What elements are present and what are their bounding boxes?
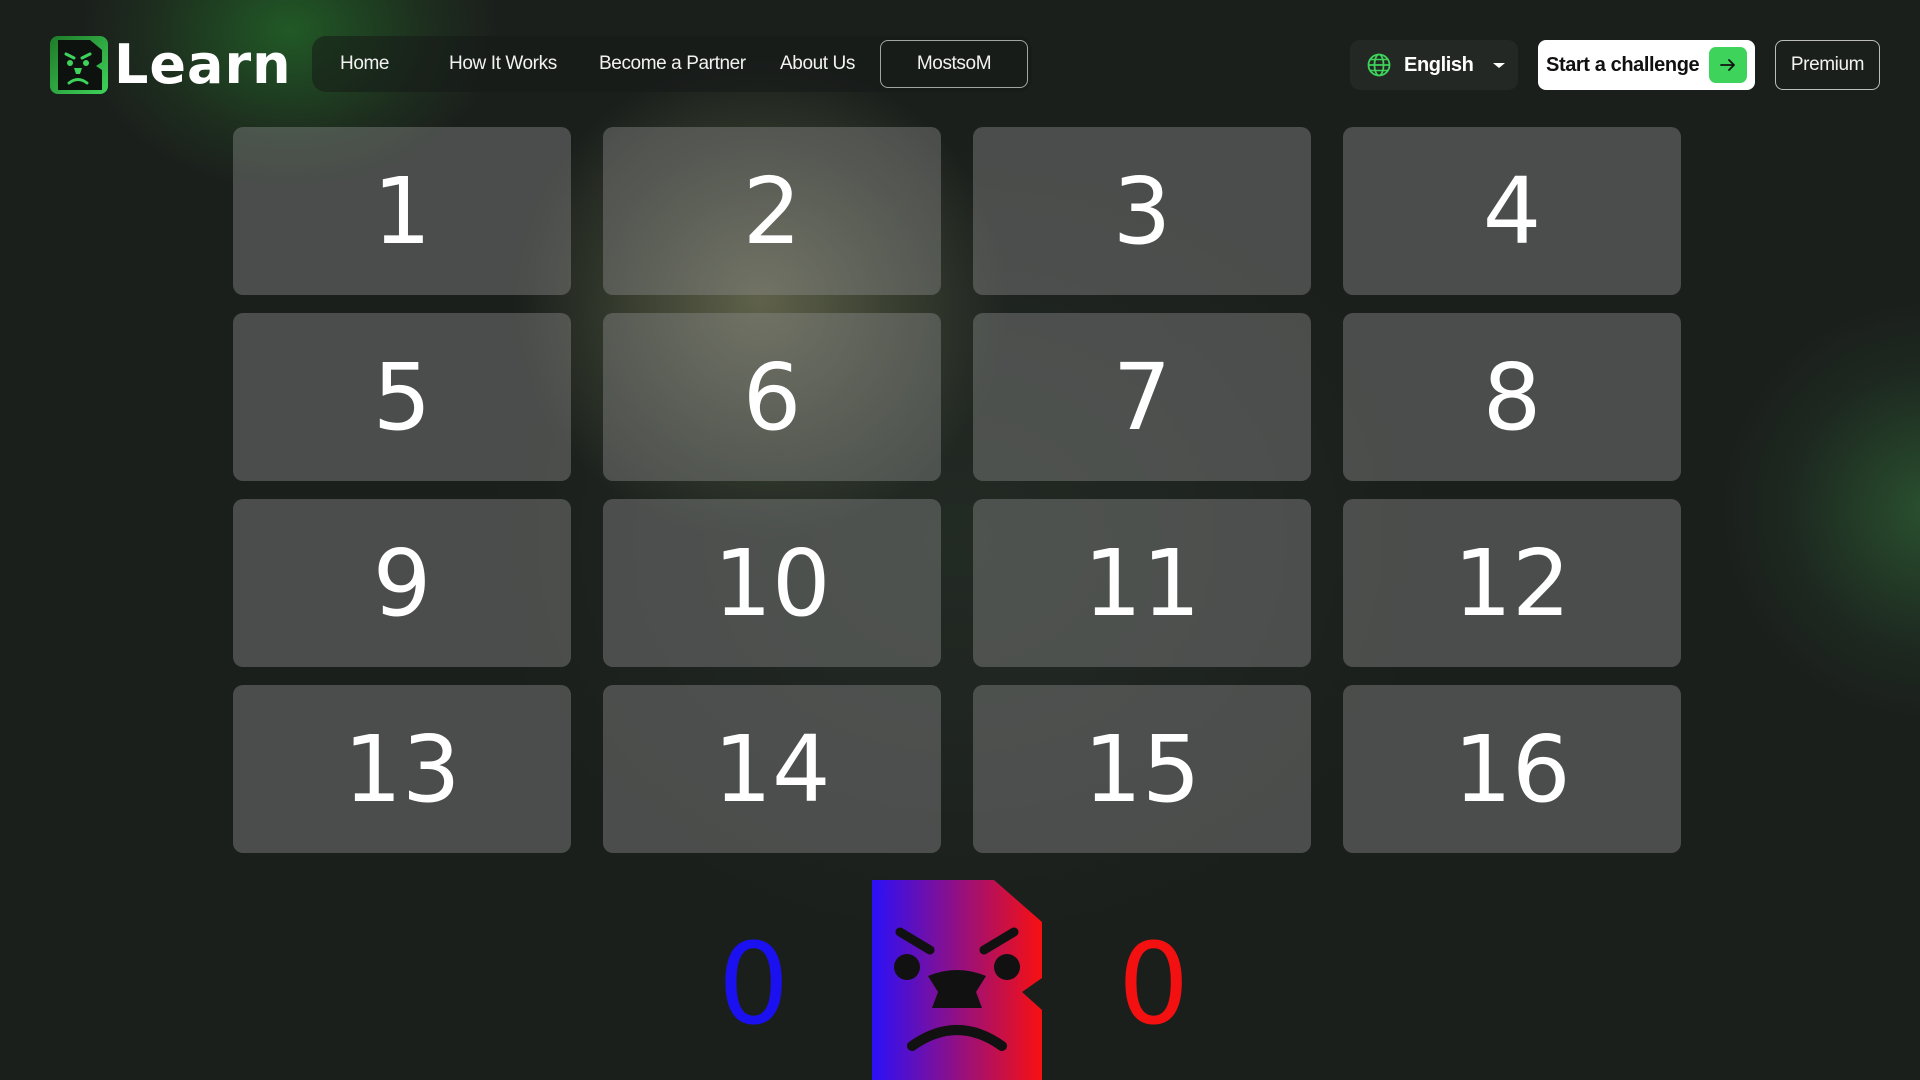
angry-face-mascot-icon (872, 880, 1042, 1080)
start-challenge-button[interactable]: Start a challenge (1538, 40, 1755, 90)
board-tile-16[interactable]: 16 (1343, 685, 1681, 853)
nav-link-home[interactable]: Home (340, 36, 389, 92)
start-challenge-label: Start a challenge (1546, 53, 1700, 76)
board-tile-8[interactable]: 8 (1343, 313, 1681, 481)
board-tile-15[interactable]: 15 (973, 685, 1311, 853)
globe-icon (1367, 53, 1391, 77)
premium-button[interactable]: Premium (1775, 40, 1880, 90)
board-tile-13[interactable]: 13 (233, 685, 571, 853)
board-tile-4[interactable]: 4 (1343, 127, 1681, 295)
nav-link-become-partner[interactable]: Become a Partner (599, 36, 746, 92)
board-tile-5[interactable]: 5 (233, 313, 571, 481)
nav-link-about-us[interactable]: About Us (780, 36, 855, 92)
main-nav: Home How It Works Become a Partner About… (312, 36, 1032, 92)
game-board: 1 2 3 4 5 6 7 8 9 10 11 12 13 14 15 16 (233, 127, 1681, 853)
board-tile-7[interactable]: 7 (973, 313, 1311, 481)
user-account-button[interactable]: MostsoM (880, 40, 1028, 88)
brand-logo[interactable]: Learn (50, 36, 292, 94)
arrow-right-icon (1709, 47, 1747, 83)
board-tile-3[interactable]: 3 (973, 127, 1311, 295)
language-selector[interactable]: English (1350, 40, 1518, 90)
angry-face-logo-icon (50, 36, 108, 94)
board-tile-1[interactable]: 1 (233, 127, 571, 295)
board-tile-6[interactable]: 6 (603, 313, 941, 481)
board-tile-12[interactable]: 12 (1343, 499, 1681, 667)
red-team-score: 0 (1118, 920, 1190, 1050)
board-tile-14[interactable]: 14 (603, 685, 941, 853)
brand-name: Learn (114, 33, 292, 96)
nav-link-how-it-works[interactable]: How It Works (449, 36, 557, 92)
board-tile-11[interactable]: 11 (973, 499, 1311, 667)
blue-team-score: 0 (718, 920, 790, 1050)
board-tile-10[interactable]: 10 (603, 499, 941, 667)
board-tile-9[interactable]: 9 (233, 499, 571, 667)
chevron-down-icon (1493, 63, 1506, 68)
language-label: English (1404, 53, 1474, 76)
board-tile-2[interactable]: 2 (603, 127, 941, 295)
